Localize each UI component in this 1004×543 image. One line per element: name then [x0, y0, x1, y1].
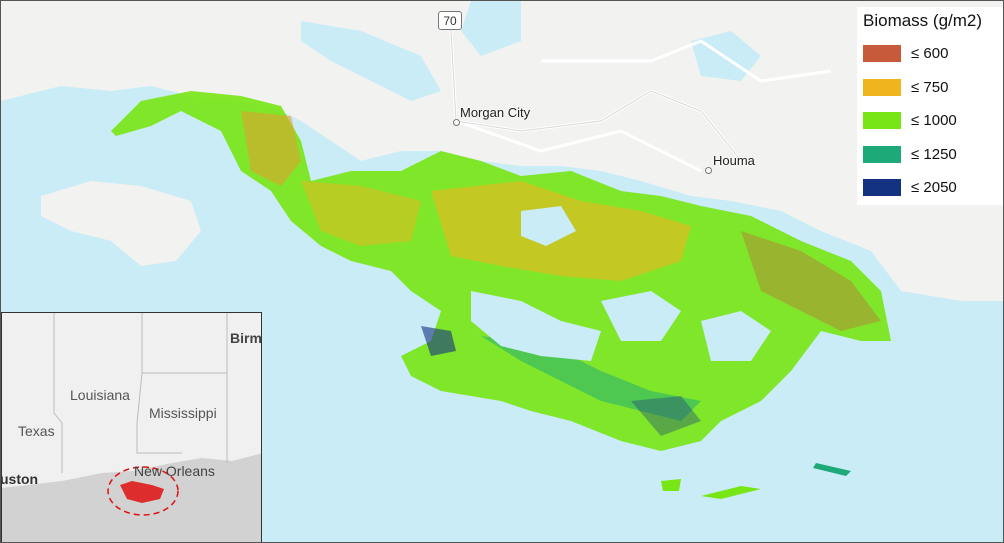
locator-inset-map: Louisiana Mississippi Texas New Orleans …	[1, 312, 262, 542]
inset-label-birmingham: Birm	[230, 330, 262, 346]
inset-label-new-orleans: New Orleans	[134, 463, 215, 479]
legend-label: ≤ 1250	[911, 145, 957, 163]
legend-item: ≤ 750	[863, 71, 999, 105]
legend-label: ≤ 600	[911, 45, 949, 63]
city-label-houma: Houma	[713, 153, 755, 168]
legend-swatch	[863, 179, 901, 197]
legend-item: ≤ 2050	[863, 171, 999, 205]
island	[41, 181, 201, 266]
inset-label-louisiana: Louisiana	[70, 387, 130, 403]
barrier-island	[701, 486, 761, 499]
inset-label-mississippi: Mississippi	[149, 405, 217, 421]
legend: Biomass (g/m2) ≤ 600 ≤ 750 ≤ 1000 ≤ 1250…	[857, 7, 1003, 205]
legend-item: ≤ 1250	[863, 138, 999, 172]
legend-label: ≤ 2050	[911, 179, 957, 197]
legend-label: ≤ 1000	[911, 112, 957, 130]
legend-label: ≤ 750	[911, 78, 949, 96]
city-label-morgan-city: Morgan City	[460, 105, 531, 120]
inset-state-line	[136, 313, 182, 454]
legend-swatch	[863, 45, 901, 63]
city-dot-houma	[705, 167, 712, 174]
city-dot-morgan-city	[453, 119, 460, 126]
legend-item: ≤ 600	[863, 37, 999, 71]
legend-swatch	[863, 145, 901, 163]
map-view[interactable]: 70 Morgan City Houma Biomass (g/m2) ≤ 60…	[0, 0, 1004, 543]
legend-title: Biomass (g/m2)	[863, 11, 983, 30]
barrier-island	[813, 463, 851, 476]
legend-item: ≤ 1000	[863, 104, 999, 138]
barrier-island	[661, 479, 681, 491]
legend-swatch	[863, 78, 901, 96]
highway-shield-70: 70	[438, 11, 462, 30]
inset-label-houston: uston	[1, 471, 39, 487]
inset-label-texas: Texas	[18, 423, 55, 439]
inset-state-line	[53, 313, 63, 473]
legend-swatch	[863, 112, 901, 130]
